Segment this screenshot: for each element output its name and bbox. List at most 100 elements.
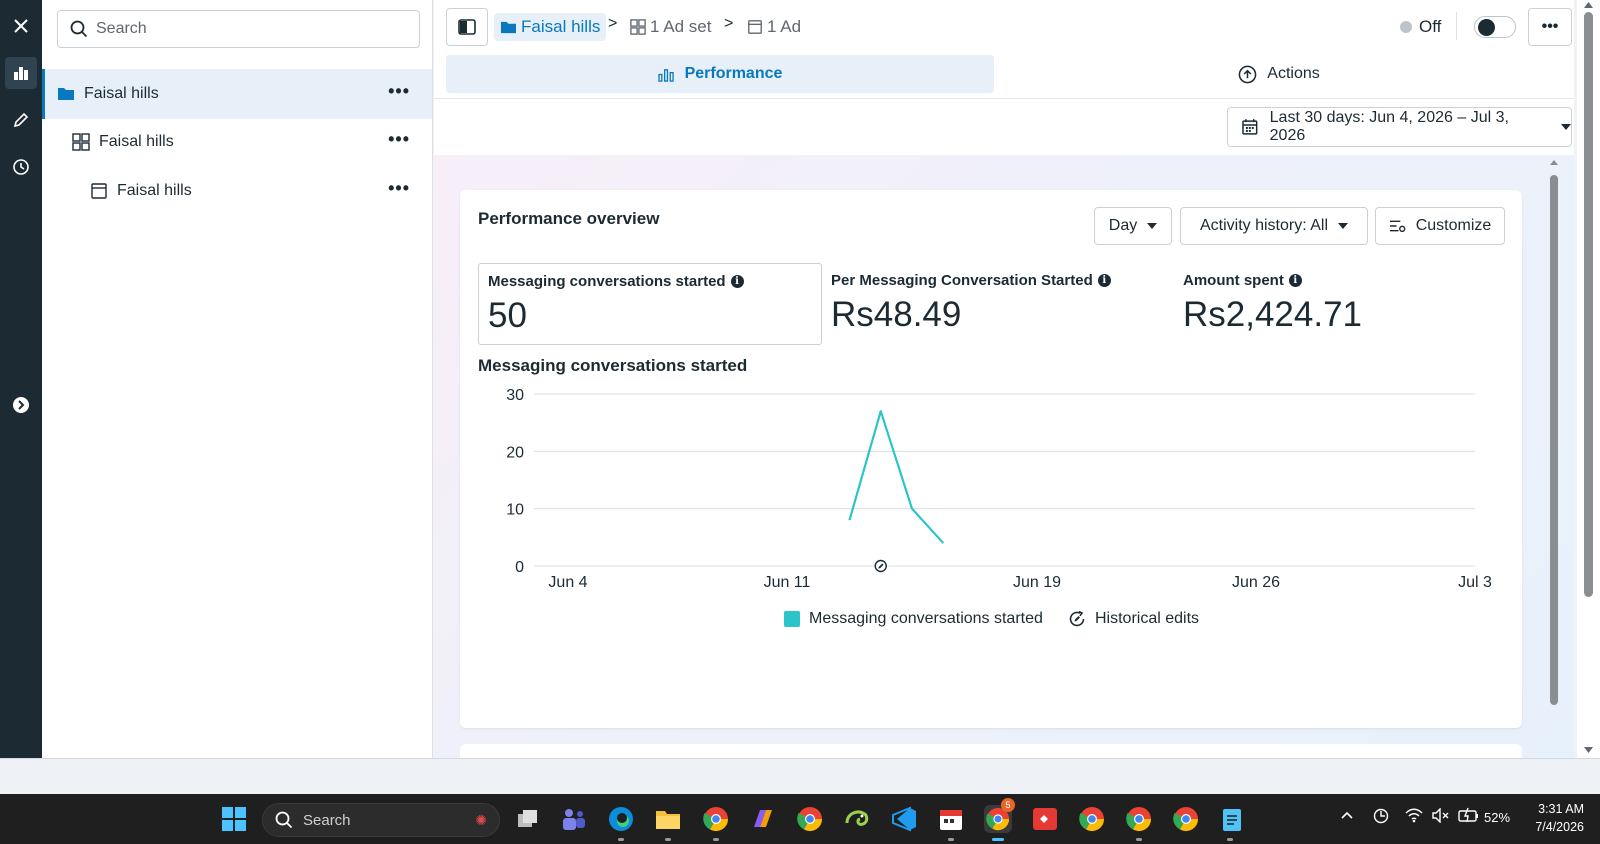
x-tick-label: Jun 19 [1013,574,1061,591]
expand-arrow-icon[interactable] [5,389,37,421]
x-tick-label: Jun 26 [1232,574,1280,591]
chrome-icon[interactable] [1078,805,1106,833]
legend-item-series[interactable]: Messaging conversations started [784,610,1043,628]
metric-card-cost-per-conversation[interactable]: Per Messaging Conversation Started i Rs48… [822,263,1166,345]
toggle-panel-button[interactable] [446,8,488,46]
chrome-icon[interactable] [1172,805,1200,833]
campaign-tree-panel: Faisal hills ••• Faisal hills ••• Faisal… [42,0,433,758]
performance-overview-card: Performance overview Day Activity histor… [460,190,1522,728]
calendar-app-icon[interactable] [937,805,965,833]
info-icon[interactable]: i [1097,274,1111,287]
teams-icon[interactable] [560,805,588,833]
notepad-icon[interactable] [1218,805,1246,833]
edit-pencil-icon[interactable] [5,104,37,136]
taskbar-search[interactable]: Search ✺ [262,803,500,837]
chameleon-app-icon[interactable] [843,805,871,833]
edge-browser-icon[interactable] [607,805,635,833]
date-range-picker[interactable]: Last 30 days: Jun 4, 2026 – Jul 3, 2026 [1227,107,1572,147]
chevron-down-icon [1147,223,1158,229]
tree-item-adset[interactable]: Faisal hills ••• [42,117,432,167]
metric-label: Per Messaging Conversation Started [831,272,1093,289]
legend-item-historical-edits[interactable]: Historical edits [1068,610,1199,628]
tab-performance[interactable]: Performance [446,55,994,93]
wifi-icon[interactable] [1405,808,1423,826]
content-scrollbar[interactable] [1544,155,1564,758]
tab-actions[interactable]: Actions [994,55,1564,93]
more-actions-button[interactable]: ••• [1528,8,1572,46]
file-explorer-icon[interactable] [654,805,682,833]
chrome-icon[interactable] [796,805,824,833]
taskbar: Search ✺ 5 52% 3:31 AM 7/4/2026 [0,794,1600,844]
legend-label: Messaging conversations started [809,610,1043,627]
metric-card-conversations[interactable]: Messaging conversations started i 50 [478,263,822,345]
top-bar: Faisal hills > 1 Ad set > 1 Ad Off ••• [434,0,1574,52]
taskbar-search-label: Search [303,811,351,829]
metric-label: Messaging conversations started [488,273,726,290]
customize-settings-icon [1389,220,1406,232]
more-options-button[interactable]: ••• [388,81,410,102]
chevron-up-icon[interactable] [1340,808,1354,823]
chrome-icon[interactable] [1125,805,1153,833]
adset-grid-icon [72,133,90,151]
vpn-shield-icon[interactable] [1373,807,1391,828]
clock-time: 3:31 AM [1538,802,1584,816]
date-range-label: Last 30 days: Jun 4, 2026 – Jul 3, 2026 [1269,109,1509,144]
chevron-right-icon: > [724,15,734,32]
granularity-dropdown[interactable]: Day [1094,207,1172,245]
task-view-icon[interactable] [514,805,542,833]
scrollbar-thumb[interactable] [1584,12,1593,597]
clock-date: 7/4/2026 [1535,820,1584,834]
info-icon[interactable]: i [1288,274,1302,287]
speaker-muted-icon[interactable] [1432,807,1450,826]
x-tick-label: Jul 3 [1458,574,1492,591]
y-tick-label: 30 [506,387,524,404]
battery-charging-icon[interactable] [1458,807,1480,826]
anydesk-icon[interactable] [1031,805,1059,833]
history-clock-icon[interactable] [5,151,37,183]
tree-item-ad[interactable]: Faisal hills ••• [42,166,432,216]
scroll-down-icon[interactable] [1577,745,1600,755]
system-clock[interactable]: 3:31 AM 7/4/2026 [1516,800,1584,836]
bar-chart-icon [657,68,674,82]
breadcrumb-campaign[interactable]: Faisal hills [494,13,607,41]
historical-edit-marker[interactable] [874,559,887,573]
more-options-button[interactable]: ••• [388,178,410,199]
status-dot [1400,21,1412,33]
search-icon [70,20,88,38]
customize-label: Customize [1415,217,1492,234]
more-options-button[interactable]: ••• [388,129,410,150]
page-scrollbar[interactable] [1577,0,1600,758]
copilot-icon[interactable] [749,805,777,833]
scrollbar-thumb[interactable] [1550,175,1558,705]
scroll-up-icon[interactable] [1577,0,1600,10]
upload-circle-icon [1238,65,1257,83]
folder-icon [57,85,75,103]
activity-history-dropdown[interactable]: Activity history: All [1180,207,1368,245]
performance-chart-icon[interactable] [5,57,37,89]
adset-grid-icon [630,19,646,35]
tree-item-label: Faisal hills [117,182,192,199]
metric-value: Rs48.49 [831,295,962,334]
customize-button[interactable]: Customize [1375,207,1505,245]
windows-start-icon[interactable] [220,805,248,833]
tree-search-box[interactable] [57,10,420,48]
breadcrumb-ad[interactable]: 1 Ad [747,13,801,41]
running-indicator [618,838,624,841]
tree-item-label: Faisal hills [99,133,174,150]
granularity-label: Day [1108,217,1138,234]
running-indicator [1136,838,1142,841]
tree-item-campaign[interactable]: Faisal hills ••• [42,69,432,119]
battery-percent: 52% [1484,810,1511,825]
close-icon[interactable] [5,10,37,42]
on-off-toggle[interactable] [1474,16,1516,38]
left-rail [0,0,42,758]
search-input[interactable] [96,20,396,38]
active-indicator [992,838,1004,841]
vscode-icon[interactable] [890,805,918,833]
breadcrumb-adset[interactable]: 1 Ad set [630,13,711,41]
scroll-up-icon[interactable] [1544,157,1564,167]
tab-label: Actions [1267,65,1320,82]
metric-card-amount-spent[interactable]: Amount spent i Rs2,424.71 [1174,263,1518,345]
info-icon[interactable]: i [730,275,744,288]
chrome-icon[interactable] [702,805,730,833]
